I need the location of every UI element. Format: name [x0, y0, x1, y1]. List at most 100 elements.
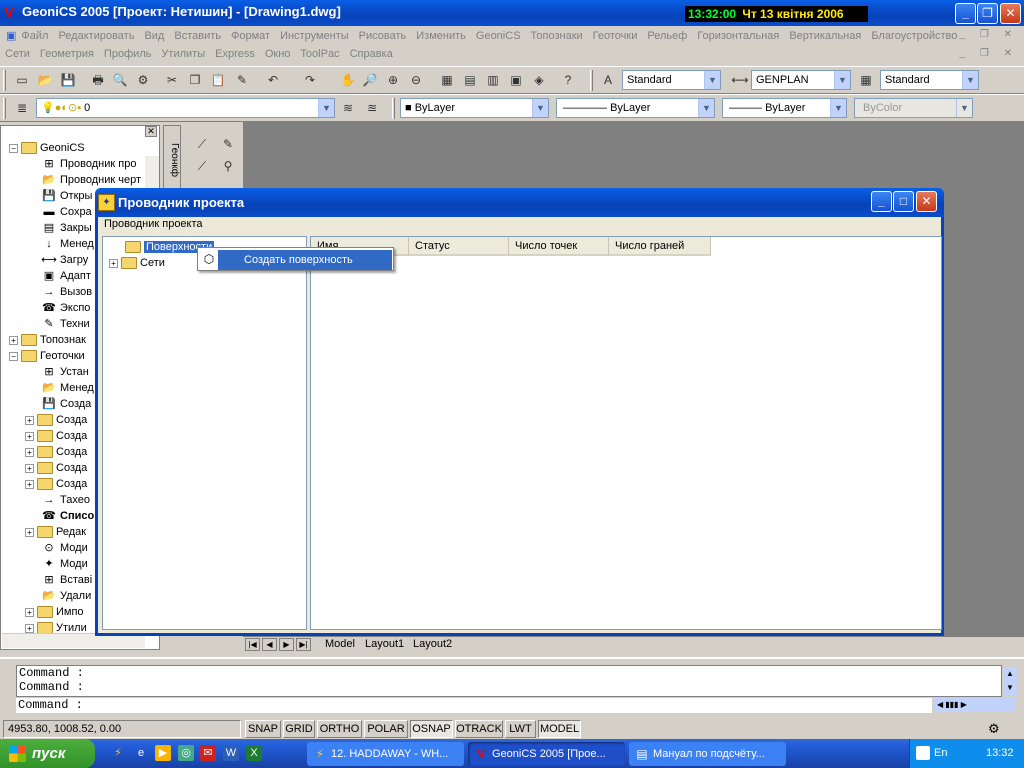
column-header-faces[interactable]: Число граней — [609, 237, 711, 256]
status-toggle-grid[interactable]: GRID — [283, 720, 315, 738]
command-hscrollbar[interactable]: ◀ ▮▮▮ ▶ — [934, 698, 1016, 712]
last-tab-icon[interactable]: ▶| — [296, 638, 311, 651]
menu-item[interactable]: Горизонтальная — [692, 27, 784, 42]
paste-icon[interactable]: 📋 — [208, 71, 228, 89]
side-tab[interactable]: Геонкф — [163, 125, 181, 195]
expand-icon[interactable]: + — [9, 335, 18, 345]
publish-icon[interactable]: ⚙ — [133, 71, 153, 89]
tree-item[interactable]: → Тахео — [41, 492, 90, 508]
tree-item[interactable]: ▤ Закры — [41, 220, 92, 236]
tree-item[interactable]: ☎ Списо — [41, 508, 94, 524]
tree-item[interactable]: − GeoniCS — [9, 140, 85, 156]
menu-item[interactable]: Файл — [16, 27, 53, 42]
new-file-icon[interactable]: ▭ — [12, 71, 32, 89]
linetype-select[interactable]: ———— ByLayer ▼ — [556, 98, 715, 118]
menu-item[interactable]: Вертикальная — [784, 27, 866, 42]
expand-icon[interactable]: + — [25, 607, 34, 617]
layer-previous-icon[interactable]: ≊ — [362, 99, 382, 117]
expand-icon[interactable]: + — [25, 415, 34, 425]
app-icon[interactable]: ◎ — [178, 745, 194, 761]
start-button[interactable]: пуск — [0, 739, 95, 768]
close-button[interactable]: ✕ — [1000, 3, 1021, 24]
coordinates-readout[interactable]: 4953.80, 1008.52, 0.00 — [3, 720, 241, 738]
print-preview-icon[interactable]: 🔍 — [110, 71, 130, 89]
toolbar-grip[interactable] — [590, 70, 593, 91]
column-header-status[interactable]: Статус — [409, 237, 509, 256]
chevron-down-icon[interactable]: ▼ — [834, 71, 850, 89]
keyboard-icon[interactable] — [916, 746, 930, 760]
close-icon[interactable]: ✕ — [145, 126, 157, 137]
expand-icon[interactable]: + — [25, 479, 34, 489]
table-style-select[interactable]: Standard ▼ — [880, 70, 979, 90]
undo-icon[interactable]: ↶ — [263, 71, 283, 89]
tree-item[interactable]: 📂 Менед — [41, 380, 94, 396]
toolbar-grip[interactable] — [3, 98, 6, 119]
command-input[interactable]: Command : — [16, 698, 932, 713]
expand-icon[interactable]: + — [25, 447, 34, 457]
tree-item[interactable]: + Созда — [25, 428, 87, 444]
pencil-tool-icon[interactable]: ✎ — [218, 135, 238, 153]
menu-item[interactable]: Утилиты — [156, 45, 210, 60]
layer-manager-icon[interactable]: ≣ — [12, 99, 32, 117]
tree-item[interactable]: ↓ Менед — [41, 236, 94, 252]
lineweight-select[interactable]: ——— ByLayer ▼ — [722, 98, 847, 118]
menu-item[interactable]: Инструменты — [275, 27, 354, 42]
status-toggle-model[interactable]: MODEL — [538, 720, 581, 738]
menu-item[interactable]: Окно — [260, 45, 296, 60]
help-icon[interactable]: ? — [558, 71, 578, 89]
status-toggle-otrack[interactable]: OTRACK — [455, 720, 503, 738]
menu-item[interactable]: Рисовать — [354, 27, 412, 42]
expand-icon[interactable]: + — [25, 527, 34, 537]
menu-item[interactable]: Формат — [226, 27, 275, 42]
expand-icon[interactable]: + — [25, 623, 34, 633]
layer-select[interactable]: 💡●◐⊙▪ 0 ▼ — [36, 98, 335, 118]
maximize-button[interactable]: ❐ — [977, 3, 998, 24]
text-style-select[interactable]: Standard ▼ — [622, 70, 721, 90]
menu-item[interactable]: Топознаки — [526, 27, 588, 42]
menu-item[interactable]: Сети — [0, 45, 35, 60]
internet-explorer-icon[interactable]: e — [133, 745, 149, 761]
command-history[interactable]: Command : Command : — [16, 665, 1002, 697]
save-icon[interactable]: 💾 — [58, 71, 78, 89]
tree-item[interactable]: 💾 Откры — [41, 188, 92, 204]
first-tab-icon[interactable]: |◀ — [245, 638, 260, 651]
print-icon[interactable]: 🖶 — [88, 71, 108, 89]
status-toggle-snap[interactable]: SNAP — [245, 720, 281, 738]
create-surface-menu-item[interactable]: Создать поверхность — [218, 250, 392, 270]
menu-item[interactable]: Вставить — [169, 27, 226, 42]
zoom-window-icon[interactable]: ⊕ — [383, 71, 403, 89]
tree-item[interactable]: + Созда — [25, 460, 87, 476]
tree-item[interactable]: ▬ Сохра — [41, 204, 92, 220]
tree-item[interactable]: 📂 Удали — [41, 588, 91, 604]
next-tab-icon[interactable]: ▶ — [279, 638, 294, 651]
tool-palettes-icon[interactable]: ▥ — [483, 71, 503, 89]
polyline-tool-icon[interactable]: ⟋ — [192, 157, 212, 175]
word-icon[interactable]: W — [223, 745, 239, 761]
dialog-title-bar[interactable]: ✦ Проводник проекта _ □ ✕ — [95, 188, 944, 217]
menu-item[interactable]: Вид — [139, 27, 169, 42]
markup-icon[interactable]: ◈ — [529, 71, 549, 89]
minimize-button[interactable]: _ — [955, 3, 976, 24]
tree-item[interactable]: + Созда — [25, 412, 87, 428]
chevron-down-icon[interactable]: ▼ — [962, 71, 978, 89]
task-manual[interactable]: ▤ Мануал по подсчёту... — [629, 742, 786, 766]
tray-settings-icon[interactable]: ⚙ — [988, 721, 1000, 737]
tree-item[interactable]: ✦ Моди — [41, 556, 87, 572]
make-layer-current-icon[interactable]: ≋ — [338, 99, 358, 117]
tab-layout1[interactable]: Layout1 — [365, 638, 404, 651]
tree-item[interactable]: + Созда — [25, 476, 87, 492]
tab-layout2[interactable]: Layout2 — [413, 638, 452, 651]
player-icon[interactable]: ▶ — [155, 745, 171, 761]
redo-icon[interactable]: ↷ — [300, 71, 320, 89]
tree-item[interactable]: − Геоточки — [9, 348, 85, 364]
tree-item[interactable]: ⊞ Устан — [41, 364, 88, 380]
properties-icon[interactable]: ▦ — [437, 71, 457, 89]
dialog-close-button[interactable]: ✕ — [916, 191, 937, 212]
app-title-bar[interactable]: V GeoniCS 2005 [Проект: Нетишин] - [Draw… — [0, 0, 1024, 26]
tree-item[interactable]: 📂 Проводник черт — [41, 172, 141, 188]
toolbar-grip[interactable] — [3, 70, 6, 91]
excel-icon[interactable]: X — [246, 745, 262, 761]
expand-icon[interactable]: + — [25, 431, 34, 441]
menu-item[interactable]: Изменить — [411, 27, 471, 42]
task-winamp[interactable]: ⚡ 12. HADDAWAY - WH... — [307, 742, 464, 766]
